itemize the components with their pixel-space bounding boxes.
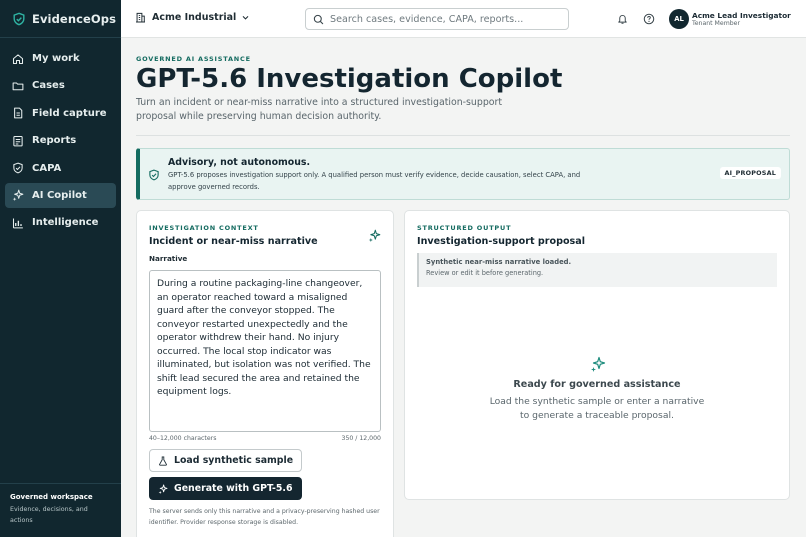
nav-item-reports[interactable]: Reports [5, 128, 116, 153]
search-icon [313, 14, 324, 25]
bar-chart-icon [12, 217, 24, 229]
page-eyebrow: GOVERNED AI ASSISTANCE [136, 55, 251, 63]
character-count: 350 / 12,000 [341, 435, 381, 442]
shield-check-icon [12, 162, 24, 174]
empty-state-title: Ready for governed assistance [513, 379, 681, 390]
load-sample-label: Load synthetic sample [174, 455, 294, 466]
narrative-textarea[interactable]: During a routine packaging-line changeov… [149, 270, 381, 432]
ai-proposal-badge: AI_PROPOSAL [719, 167, 781, 179]
nav-label: My work [32, 53, 80, 64]
nav-item-capa[interactable]: CAPA [5, 156, 116, 181]
notice-text: Review or edit it before generating. [426, 269, 544, 277]
nav-label: Intelligence [32, 217, 99, 229]
home-icon [12, 53, 24, 65]
bell-icon[interactable] [617, 13, 628, 25]
nav-label: Reports [32, 135, 77, 147]
nav-item-intelligence[interactable]: Intelligence [5, 210, 116, 235]
brand[interactable]: EvidenceOps [0, 0, 121, 38]
generate-label: Generate with GPT-5.6 [174, 483, 293, 494]
help-icon[interactable] [643, 13, 655, 25]
search-box[interactable] [305, 8, 569, 30]
context-eyebrow: INVESTIGATION CONTEXT [149, 224, 259, 232]
sparkle-icon [12, 189, 24, 202]
sparkle-icon [158, 484, 168, 494]
sparkle-icon [368, 229, 381, 242]
user-role: Tenant Member [692, 20, 741, 27]
user-info[interactable]: Acme Lead Investigator Tenant Member [692, 11, 791, 27]
chevron-down-icon [241, 13, 250, 22]
advisory-text: GPT-5.6 proposes investigation support o… [168, 171, 581, 191]
page-title: GPT-5.6 Investigation Copilot [136, 64, 563, 94]
shield-check-icon [148, 169, 160, 181]
workspace-title: Governed workspace [10, 493, 93, 501]
sidebar: EvidenceOps My work Cases Field capture … [0, 0, 121, 537]
main-nav: My work Cases Field capture Reports CAPA [0, 38, 121, 235]
narrative-label: Narrative [149, 254, 188, 263]
nav-item-field-capture[interactable]: Field capture [5, 101, 116, 126]
org-switcher[interactable]: Acme Industrial [135, 12, 250, 23]
folder-icon [12, 80, 24, 92]
output-eyebrow: STRUCTURED OUTPUT [417, 224, 512, 232]
nav-item-my-work[interactable]: My work [5, 46, 116, 71]
main-content: GOVERNED AI ASSISTANCE GPT-5.6 Investiga… [121, 38, 806, 537]
org-name: Acme Industrial [152, 12, 237, 23]
sparkle-icon [590, 356, 606, 372]
flask-icon [158, 456, 168, 466]
notice-title: Synthetic near-miss narrative loaded. [426, 258, 572, 266]
avatar[interactable]: AL [669, 9, 689, 29]
privacy-note: The server sends only this narrative and… [149, 508, 380, 526]
advisory-title: Advisory, not autonomous. [168, 157, 311, 168]
nav-item-ai-copilot[interactable]: AI Copilot [5, 182, 116, 208]
nav-item-cases[interactable]: Cases [5, 73, 116, 98]
building-icon [135, 12, 146, 23]
nav-label: Field capture [32, 107, 107, 119]
brand-name: EvidenceOps [32, 11, 117, 26]
document-icon [12, 107, 24, 119]
length-hint: 40–12,000 characters [149, 435, 217, 442]
user-name: Acme Lead Investigator [692, 11, 791, 20]
load-sample-button[interactable]: Load synthetic sample [149, 449, 303, 472]
generate-button[interactable]: Generate with GPT-5.6 [149, 477, 302, 500]
sidebar-footer: Governed workspace Evidence, decisions, … [0, 483, 121, 537]
search-input[interactable] [330, 13, 560, 25]
divider [136, 135, 790, 136]
empty-state-text: Load the synthetic sample or enter a nar… [489, 396, 705, 421]
top-bar: Acme Industrial AL Acme Lead Investigato… [121, 0, 806, 38]
output-title: Investigation-support proposal [417, 236, 586, 247]
workspace-description: Evidence, decisions, and actions [10, 506, 88, 524]
investigation-context-card: INVESTIGATION CONTEXT Incident or near-m… [136, 210, 394, 537]
shield-check-icon [12, 12, 26, 26]
reports-icon [12, 135, 24, 147]
sample-loaded-notice: Synthetic near-miss narrative loaded. Re… [417, 253, 777, 287]
context-title: Incident or near-miss narrative [149, 236, 318, 247]
structured-output-card: STRUCTURED OUTPUT Investigation-support … [404, 210, 790, 500]
page-subtitle: Turn an incident or near-miss narrative … [136, 97, 503, 122]
advisory-banner: Advisory, not autonomous. GPT-5.6 propos… [136, 148, 790, 200]
nav-label: Cases [32, 80, 65, 92]
nav-label: AI Copilot [32, 189, 87, 201]
nav-label: CAPA [32, 162, 62, 174]
